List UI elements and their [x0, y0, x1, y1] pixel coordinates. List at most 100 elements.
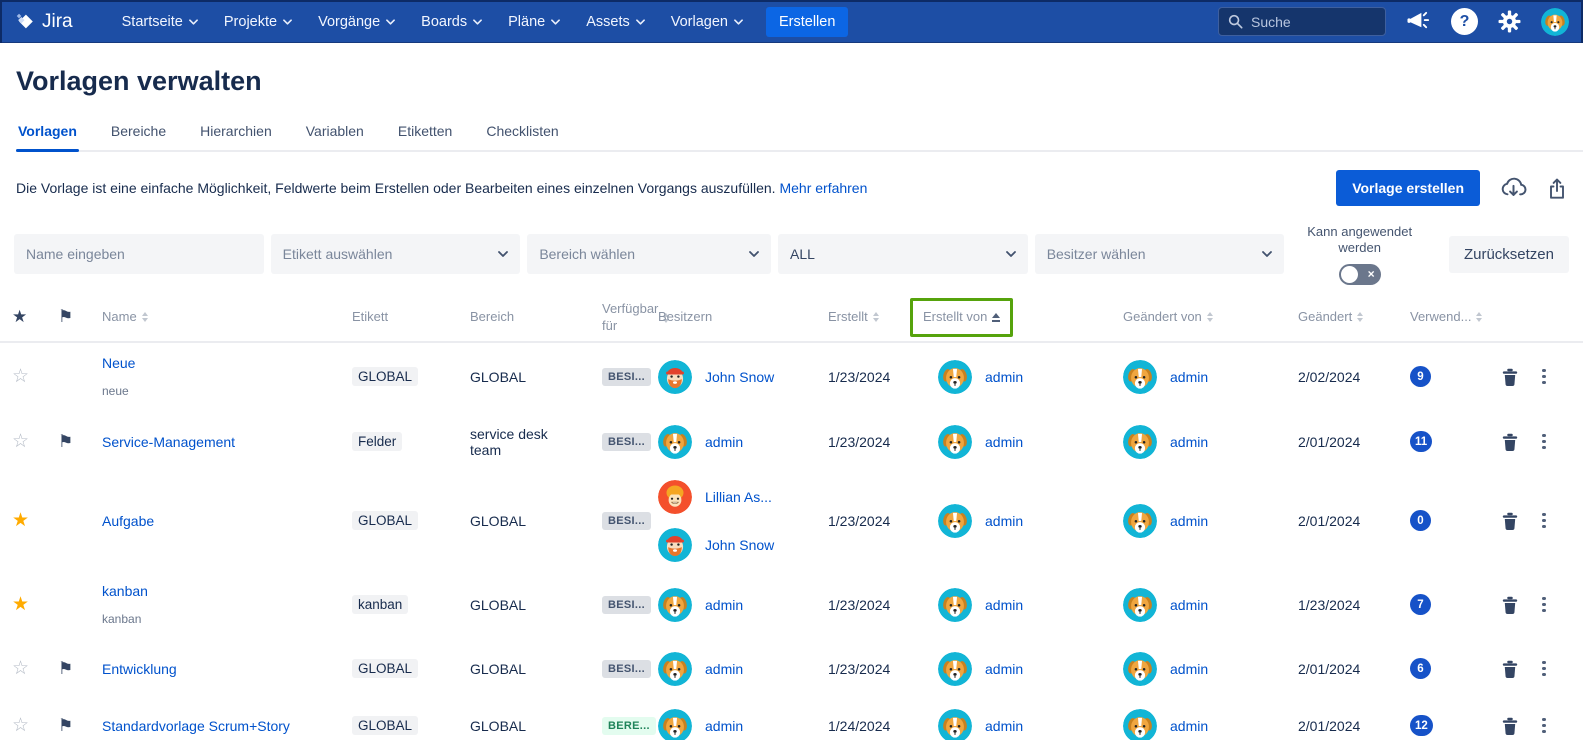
header-name[interactable]: Name	[102, 309, 352, 326]
more-menu-button[interactable]	[1534, 593, 1570, 617]
favorite-star-icon[interactable]: ★	[12, 509, 58, 532]
nav-item-boards[interactable]: Boards	[410, 0, 493, 43]
nav-item-projekte[interactable]: Projekte	[213, 0, 303, 43]
tab-variablen[interactable]: Variablen	[304, 123, 366, 150]
global-search[interactable]	[1218, 7, 1386, 36]
header-erstellt-von[interactable]: Erstellt von	[923, 298, 1123, 337]
export-icon[interactable]	[1547, 177, 1567, 200]
geaendert-von-link[interactable]: admin	[1170, 513, 1208, 529]
header-erstellt[interactable]: Erstellt	[828, 309, 923, 326]
more-menu-button[interactable]	[1534, 365, 1570, 389]
settings-icon[interactable]	[1498, 10, 1521, 33]
delete-button[interactable]	[1486, 433, 1534, 451]
nav-item-label: Boards	[421, 14, 467, 30]
tab-hierarchien[interactable]: Hierarchien	[198, 123, 274, 150]
nav-item-startseite[interactable]: Startseite	[111, 0, 209, 43]
template-name-link[interactable]: Neue	[102, 355, 352, 371]
owner-filter-dropdown[interactable]: Besitzer wählen	[1035, 234, 1285, 274]
owner-link[interactable]: John Snow	[705, 537, 774, 553]
tab-etiketten[interactable]: Etiketten	[396, 123, 454, 150]
name-filter-input[interactable]	[14, 234, 264, 274]
header-verwendet[interactable]: Verwend...	[1410, 309, 1486, 326]
erstellt-von-link[interactable]: admin	[985, 597, 1023, 613]
create-button[interactable]: Erstellen	[766, 7, 848, 37]
erstellt-von-link[interactable]: admin	[985, 718, 1023, 734]
erstellt-date: 1/23/2024	[828, 513, 923, 529]
star-column-header[interactable]: ★	[12, 306, 58, 328]
geaendert-von-link[interactable]: admin	[1170, 597, 1208, 613]
delete-button[interactable]	[1486, 512, 1534, 530]
favorite-star-icon[interactable]: ☆	[12, 365, 58, 388]
delete-button[interactable]	[1486, 368, 1534, 386]
jira-logo[interactable]: Jira	[14, 11, 73, 33]
owner-link[interactable]: admin	[705, 597, 743, 613]
table-row: ★ kanban kanban kanban GLOBAL BESI... ad…	[0, 569, 1583, 641]
geaendert-von-link[interactable]: admin	[1170, 661, 1208, 677]
reset-filters-button[interactable]: Zurücksetzen	[1449, 236, 1569, 273]
area-filter-dropdown[interactable]: Bereich wählen	[527, 234, 771, 274]
learn-more-link[interactable]: Mehr erfahren	[779, 180, 867, 196]
announcement-icon[interactable]	[1406, 10, 1431, 33]
flag-icon[interactable]: ⚑	[58, 432, 102, 452]
jira-logo-icon	[14, 11, 36, 33]
more-menu-button[interactable]	[1534, 430, 1570, 454]
help-icon[interactable]: ?	[1451, 8, 1478, 35]
header-label: Bereich	[470, 309, 514, 326]
owner-link[interactable]: admin	[705, 661, 743, 677]
geaendert-von-link[interactable]: admin	[1170, 718, 1208, 734]
nav-item-vorgaenge[interactable]: Vorgänge	[307, 0, 406, 43]
owner-link[interactable]: Lillian As...	[705, 489, 772, 505]
nav-item-vorlagen[interactable]: Vorlagen	[660, 0, 754, 43]
template-name-link[interactable]: Entwicklung	[102, 661, 352, 677]
table-row: ☆ ⚑ Entwicklung GLOBAL GLOBAL BESI... ad…	[0, 641, 1583, 697]
template-name-link[interactable]: Aufgabe	[102, 513, 352, 529]
favorite-star-icon[interactable]: ☆	[12, 657, 58, 680]
owner-link[interactable]: admin	[705, 434, 743, 450]
owner-link[interactable]: admin	[705, 718, 743, 734]
more-menu-button[interactable]	[1534, 657, 1570, 681]
cloud-download-icon[interactable]	[1500, 177, 1527, 200]
flag-icon[interactable]: ⚑	[58, 716, 102, 736]
can-apply-toggle[interactable]: ×	[1339, 264, 1381, 285]
template-name-link[interactable]: Standardvorlage Scrum+Story	[102, 718, 352, 734]
flag-icon[interactable]: ⚑	[58, 659, 102, 679]
erstellt-von-link[interactable]: admin	[985, 434, 1023, 450]
template-name-link[interactable]: Service-Management	[102, 434, 352, 450]
create-template-button[interactable]: Vorlage erstellen	[1336, 170, 1480, 206]
label-filter-dropdown[interactable]: Etikett auswählen	[271, 234, 521, 274]
lillian-avatar	[658, 480, 692, 514]
delete-button[interactable]	[1486, 596, 1534, 614]
geaendert-von-link[interactable]: admin	[1170, 369, 1208, 385]
header-geaendert[interactable]: Geändert	[1298, 309, 1410, 326]
nav-item-assets[interactable]: Assets	[575, 0, 656, 43]
geaendert-von-link[interactable]: admin	[1170, 434, 1208, 450]
search-input[interactable]	[1251, 14, 1376, 30]
more-menu-button[interactable]	[1534, 714, 1570, 738]
header-verfuegbar-fuer[interactable]: Verfügbar für	[602, 301, 658, 335]
header-label: Erstellt von	[923, 309, 987, 326]
tab-checklisten[interactable]: Checklisten	[484, 123, 560, 150]
chevron-down-icon	[189, 19, 198, 25]
delete-button[interactable]	[1486, 660, 1534, 678]
nav-item-plaene[interactable]: Pläne	[497, 0, 571, 43]
dog-avatar	[938, 504, 972, 538]
tab-bereiche[interactable]: Bereiche	[109, 123, 168, 150]
flag-column-header[interactable]: ⚑	[58, 306, 102, 328]
erstellt-von-link[interactable]: admin	[985, 369, 1023, 385]
favorite-star-icon[interactable]: ☆	[12, 714, 58, 737]
delete-button[interactable]	[1486, 717, 1534, 735]
template-name-link[interactable]: kanban	[102, 583, 352, 599]
owner-link[interactable]: John Snow	[705, 369, 774, 385]
erstellt-von-link[interactable]: admin	[985, 513, 1023, 529]
type-filter-dropdown[interactable]: ALL	[778, 234, 1028, 274]
geaendert-date: 2/01/2024	[1298, 513, 1410, 529]
tab-vorlagen[interactable]: Vorlagen	[16, 123, 79, 150]
erstellt-von-link[interactable]: admin	[985, 661, 1023, 677]
dog-avatar	[1123, 504, 1157, 538]
more-menu-button[interactable]	[1534, 509, 1570, 533]
favorite-star-icon[interactable]: ☆	[12, 430, 58, 453]
user-avatar[interactable]	[1541, 8, 1569, 36]
header-geaendert-von[interactable]: Geändert von	[1123, 309, 1298, 326]
filter-bar: Etikett auswählen Bereich wählen ALL Bes…	[0, 220, 1583, 295]
favorite-star-icon[interactable]: ★	[12, 593, 58, 616]
